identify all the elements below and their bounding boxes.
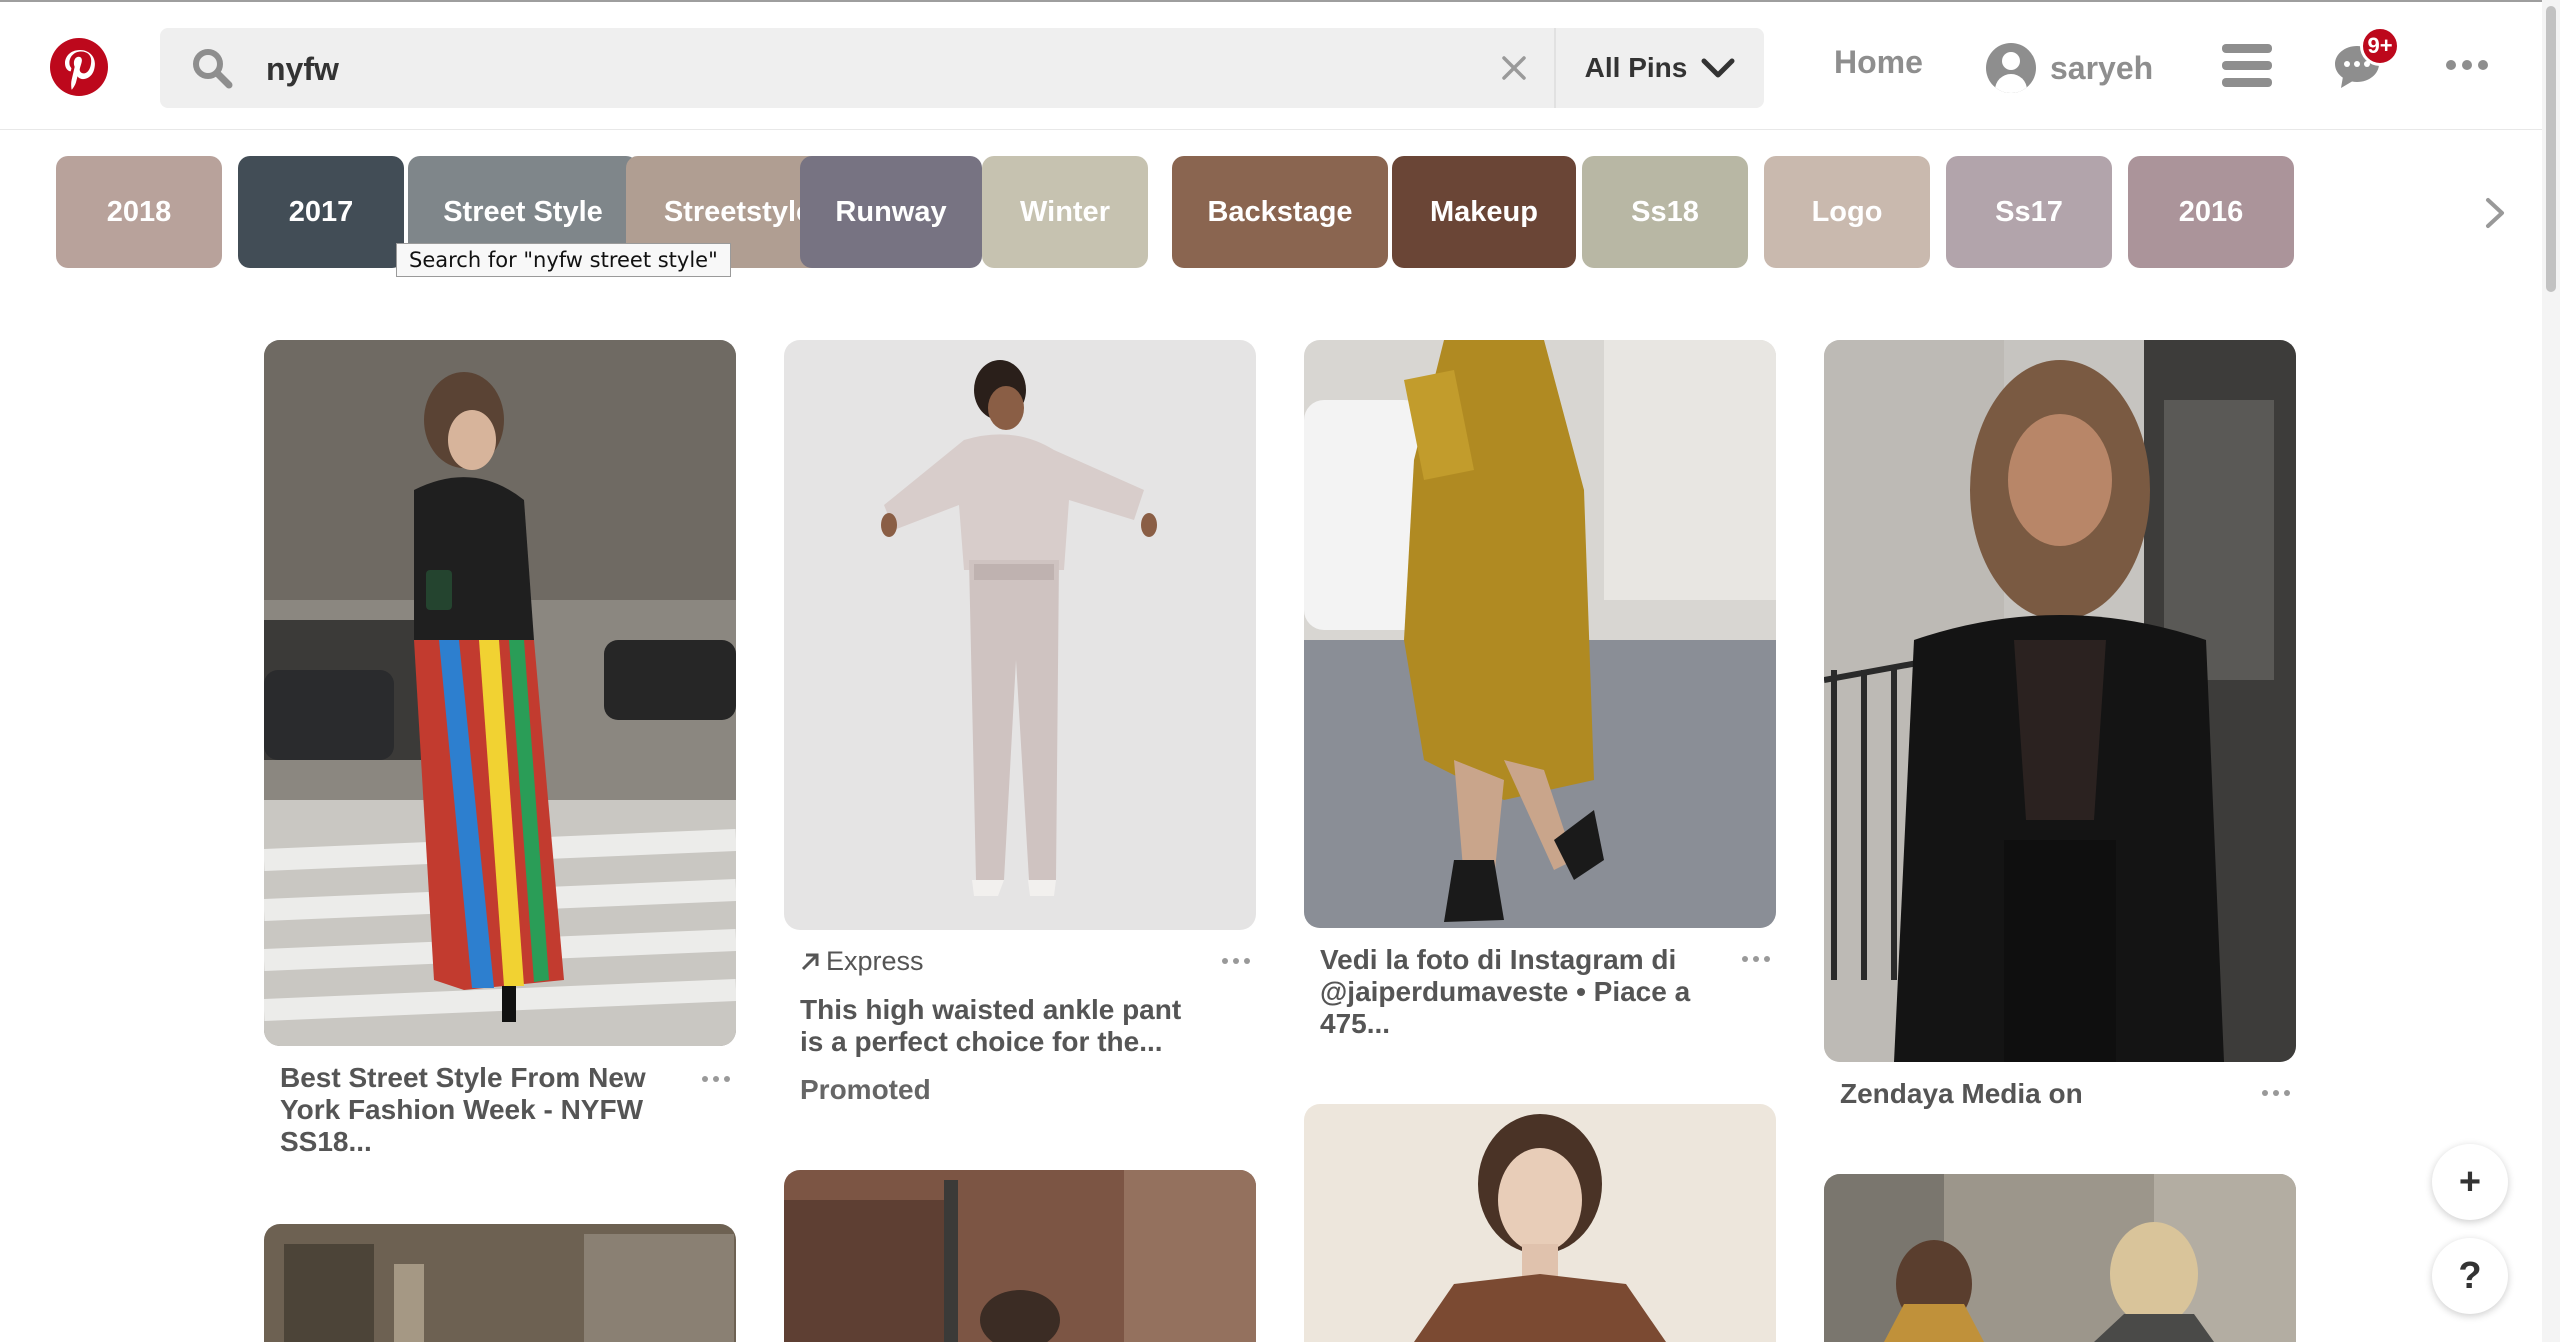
- search-scope-label: All Pins: [1584, 52, 1688, 83]
- guide-chip[interactable]: Runway: [800, 156, 982, 268]
- pin-source-label: Express: [826, 946, 924, 976]
- chevron-right-icon[interactable]: [2478, 196, 2512, 230]
- search-icon: [193, 49, 233, 89]
- pin-image[interactable]: [1304, 1104, 1776, 1342]
- clear-search-icon[interactable]: [1496, 50, 1532, 86]
- more-options-icon[interactable]: [2446, 60, 2488, 70]
- promoted-label: Promoted: [800, 1074, 931, 1105]
- pin-title[interactable]: This high waisted ankle pant is a perfec…: [800, 994, 1200, 1058]
- guide-chip[interactable]: Winter: [982, 156, 1148, 268]
- pin-image[interactable]: [784, 1170, 1256, 1342]
- avatar: [1986, 43, 2036, 93]
- search-bar: All Pins: [160, 28, 1764, 110]
- guide-chip[interactable]: 2018: [56, 156, 222, 268]
- pin-title[interactable]: Zendaya Media on: [1840, 1078, 2220, 1110]
- pin-title-line: SS18...: [280, 1126, 372, 1157]
- guide-chip[interactable]: Ss17: [1946, 156, 2112, 268]
- guide-chip[interactable]: Ss18: [1582, 156, 1748, 268]
- pin-more-icon[interactable]: [1222, 958, 1250, 964]
- add-pin-button[interactable]: +: [2432, 1144, 2508, 1220]
- pin-source-link[interactable]: Express: [800, 946, 924, 977]
- chips-fade-overlay: [2380, 150, 2480, 274]
- pin-title-line: Best Street Style From New: [280, 1062, 646, 1093]
- search-scope-dropdown[interactable]: All Pins: [1556, 28, 1764, 108]
- pin-more-icon[interactable]: [2262, 1090, 2290, 1096]
- pin-image[interactable]: [784, 340, 1256, 930]
- scrollbar-thumb[interactable]: [2546, 6, 2556, 292]
- guide-chip[interactable]: 2016: [2128, 156, 2294, 268]
- external-link-arrow-icon: [801, 953, 819, 970]
- pin-more-icon[interactable]: [702, 1076, 730, 1082]
- pin-image[interactable]: [1824, 340, 2296, 1062]
- pin-more-icon[interactable]: [1742, 956, 1770, 962]
- pin-image[interactable]: [1824, 1174, 2296, 1342]
- username-label: saryeh: [2050, 49, 2154, 86]
- pin-title-line: Vedi la foto di Instagram di: [1320, 944, 1677, 975]
- pin-title-line: is a perfect choice for the...: [800, 1026, 1163, 1057]
- guide-chip[interactable]: Backstage: [1172, 156, 1388, 268]
- pin-title-line: Zendaya Media on: [1840, 1078, 2083, 1109]
- guide-chip[interactable]: 2017: [238, 156, 404, 268]
- pin-title-line: @jaiperdumaveste • Piace a: [1320, 976, 1691, 1007]
- guide-chip[interactable]: Logo: [1764, 156, 1930, 268]
- chevron-down-icon: [1701, 58, 1735, 78]
- menu-icon[interactable]: [2222, 44, 2272, 88]
- pinterest-logo[interactable]: [50, 38, 108, 96]
- help-button[interactable]: ?: [2432, 1238, 2508, 1314]
- notification-badge: 9+: [2360, 26, 2400, 66]
- pin-title-line: York Fashion Week - NYFW: [280, 1094, 644, 1125]
- nav-profile-link[interactable]: saryeh: [1986, 40, 2153, 96]
- pin-title[interactable]: Vedi la foto di Instagram di @jaiperduma…: [1320, 944, 1710, 1040]
- chip-tooltip: Search for "nyfw street style": [396, 243, 731, 277]
- pin-image[interactable]: [1304, 340, 1776, 928]
- search-input[interactable]: [264, 28, 1568, 110]
- pin-image[interactable]: [264, 340, 736, 1046]
- pinterest-p-icon: [65, 50, 95, 90]
- pin-image[interactable]: [264, 1224, 736, 1342]
- nav-home-link[interactable]: Home: [1834, 44, 1923, 81]
- top-bar: All Pins Home saryeh 9+: [0, 0, 2560, 130]
- pin-title[interactable]: Best Street Style From New York Fashion …: [280, 1062, 660, 1158]
- pin-title-line: This high waisted ankle pant: [800, 994, 1182, 1025]
- guide-chip[interactable]: Makeup: [1392, 156, 1576, 268]
- pin-title-line: 475...: [1320, 1008, 1391, 1039]
